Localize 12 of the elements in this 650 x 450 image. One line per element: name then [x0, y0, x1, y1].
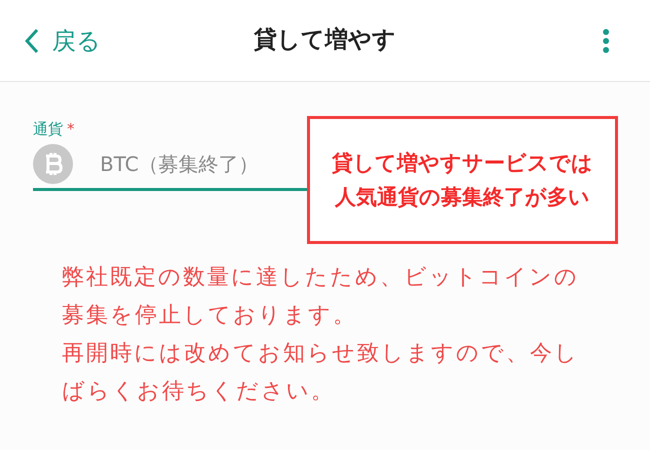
back-icon	[24, 28, 40, 54]
required-mark: *	[67, 119, 74, 140]
page-title: 貸して増やす	[254, 26, 396, 56]
field-label: 通貨	[33, 119, 63, 140]
more-menu-icon[interactable]	[602, 28, 610, 54]
notice-text: 再開時には改めてお知らせ致しますので、今しばらくお待ちください。	[62, 340, 580, 406]
annotation-text: 人気通貨の募集終了が多い	[335, 184, 590, 211]
annotation-text: 貸して増やすサービスでは	[332, 150, 593, 177]
notice-text: 弊社既定の数量に達したため、ビットコインの募集を停止しております。	[62, 264, 580, 330]
bitcoin-icon	[33, 144, 73, 184]
back-button[interactable]: 戻る	[24, 22, 101, 58]
currency-select[interactable]: BTC（募集終了）	[33, 140, 307, 190]
